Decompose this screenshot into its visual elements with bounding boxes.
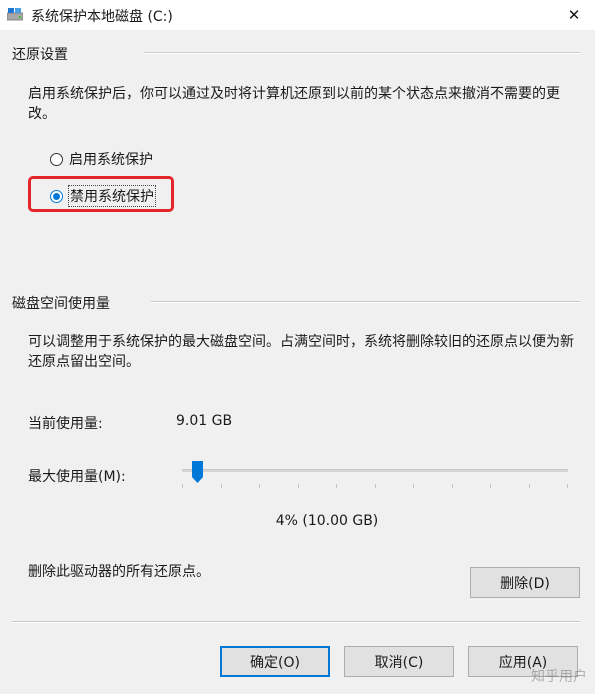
title-bar: 系统保护本地磁盘 (C:) ✕	[0, 0, 595, 30]
slider-tick	[336, 484, 337, 488]
radio-enable-protection[interactable]: 启用系统保护	[50, 149, 153, 169]
slider-tick	[490, 484, 491, 488]
slider-track	[182, 469, 568, 472]
slider-thumb[interactable]	[191, 461, 203, 483]
close-icon: ✕	[567, 6, 581, 24]
delete-description: 删除此驱动器的所有还原点。	[28, 564, 210, 580]
disk-usage-description: 可以调整用于系统保护的最大磁盘空间。占满空间时，系统将删除较旧的还原点以便为新还…	[28, 334, 574, 370]
radio-enable-label: 启用系统保护	[69, 152, 153, 168]
slider-tick	[298, 484, 299, 488]
max-usage-label: 最大使用量(M):	[28, 469, 126, 485]
current-usage-value: 9.01 GB	[176, 413, 233, 429]
divider	[144, 52, 580, 54]
close-button[interactable]: ✕	[553, 0, 595, 30]
radio-button[interactable]	[50, 152, 63, 166]
divider	[12, 621, 580, 623]
slider-readout: 4% (10.00 GB)	[275, 513, 379, 529]
slider-tick	[529, 484, 530, 488]
restore-settings-label: 还原设置	[12, 47, 68, 63]
window-title: 系统保护本地磁盘 (C:)	[31, 9, 173, 25]
slider-tick	[182, 484, 183, 488]
watermark: 知乎用户	[531, 669, 587, 685]
slider-tick	[259, 484, 260, 488]
delete-button[interactable]: 删除(D)	[470, 567, 580, 598]
ok-button[interactable]: 确定(O)	[220, 646, 330, 677]
slider-tick	[413, 484, 414, 488]
current-usage-label: 当前使用量:	[28, 416, 103, 432]
highlight-annotation	[28, 176, 174, 212]
slider-tick	[221, 484, 222, 488]
divider	[151, 301, 580, 303]
disk-usage-label: 磁盘空间使用量	[12, 296, 110, 312]
slider-tick	[452, 484, 453, 488]
slider-tick	[375, 484, 376, 488]
restore-settings-description: 启用系统保护后，你可以通过及时将计算机还原到以前的某个状态点来撤消不需要的更改。	[28, 86, 560, 122]
max-usage-slider[interactable]	[176, 458, 570, 488]
cancel-button[interactable]: 取消(C)	[344, 646, 454, 677]
slider-tick	[567, 484, 568, 488]
drive-icon	[7, 8, 23, 21]
